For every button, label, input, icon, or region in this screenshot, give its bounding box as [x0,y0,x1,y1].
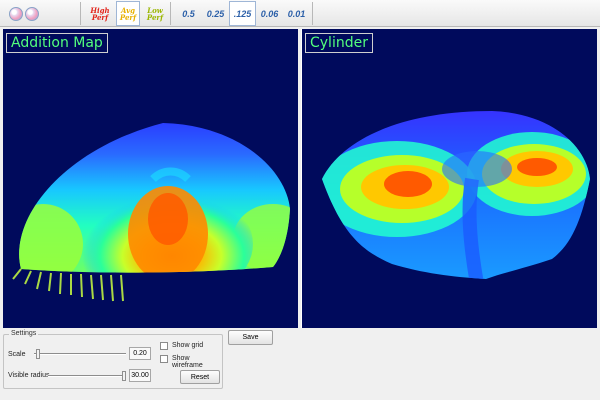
zoom-0-06-button[interactable]: 0.06 [256,1,283,26]
zoom-0-01-button[interactable]: 0.01 [283,1,310,26]
show-grid-checkbox[interactable] [160,342,168,350]
zoom-0-5-button[interactable]: 0.5 [175,1,202,26]
perf-label-line2: Perf [119,12,137,22]
panel-title: Addition Map [6,33,108,53]
avg-perf-button[interactable]: Avg Perf [116,1,140,26]
save-button[interactable]: Save [228,330,273,345]
sphere-icon [25,6,39,21]
zoom-label: 0.01 [287,8,306,19]
zoom-label: .125 [233,8,252,19]
settings-group: Settings Scale 0.20 Visible radius 30.00… [3,330,223,389]
app-logo-button[interactable] [6,1,42,26]
scale-slider-thumb[interactable] [35,349,40,359]
high-perf-button[interactable]: High Perf [88,1,112,26]
toolbar-divider [170,2,171,25]
toolbar: High Perf Avg Perf Low Perf 0.5 0.25 .12… [0,0,600,27]
show-wireframe-label: Show wireframe [172,355,203,369]
zoom-0-125-button[interactable]: .125 [229,1,256,26]
show-grid-label: Show grid [172,342,204,349]
visible-radius-label: Visible radius [8,372,50,379]
zoom-0-25-button[interactable]: 0.25 [202,1,229,26]
addition-map-view[interactable]: Addition Map [3,29,298,328]
perf-label-line2: Perf [146,12,164,22]
reset-button[interactable]: Reset [180,370,220,384]
zoom-label: 0.5 [182,8,195,19]
visible-radius-value[interactable]: 30.00 [129,369,151,382]
scale-value[interactable]: 0.20 [129,347,151,360]
toolbar-divider [312,2,313,25]
visible-radius-slider[interactable] [48,375,126,377]
scale-label: Scale [8,351,26,358]
scale-slider[interactable] [34,353,126,355]
panel-title: Cylinder [305,33,373,53]
cylinder-map-surface [322,111,590,279]
toolbar-divider [80,2,81,25]
zoom-label: 0.25 [206,8,225,19]
show-wireframe-checkbox[interactable] [160,355,168,363]
visible-radius-slider-thumb[interactable] [122,371,126,381]
settings-legend: Settings [9,330,39,337]
addition-map-surface [12,123,290,302]
perf-label-line2: Perf [91,12,109,22]
low-perf-button[interactable]: Low Perf [143,1,167,26]
cylinder-map-view[interactable]: Cylinder [301,29,597,328]
reset-button-label: Reset [190,373,210,381]
sphere-icon [9,6,23,21]
zoom-label: 0.06 [260,8,279,19]
save-button-label: Save [242,334,259,341]
